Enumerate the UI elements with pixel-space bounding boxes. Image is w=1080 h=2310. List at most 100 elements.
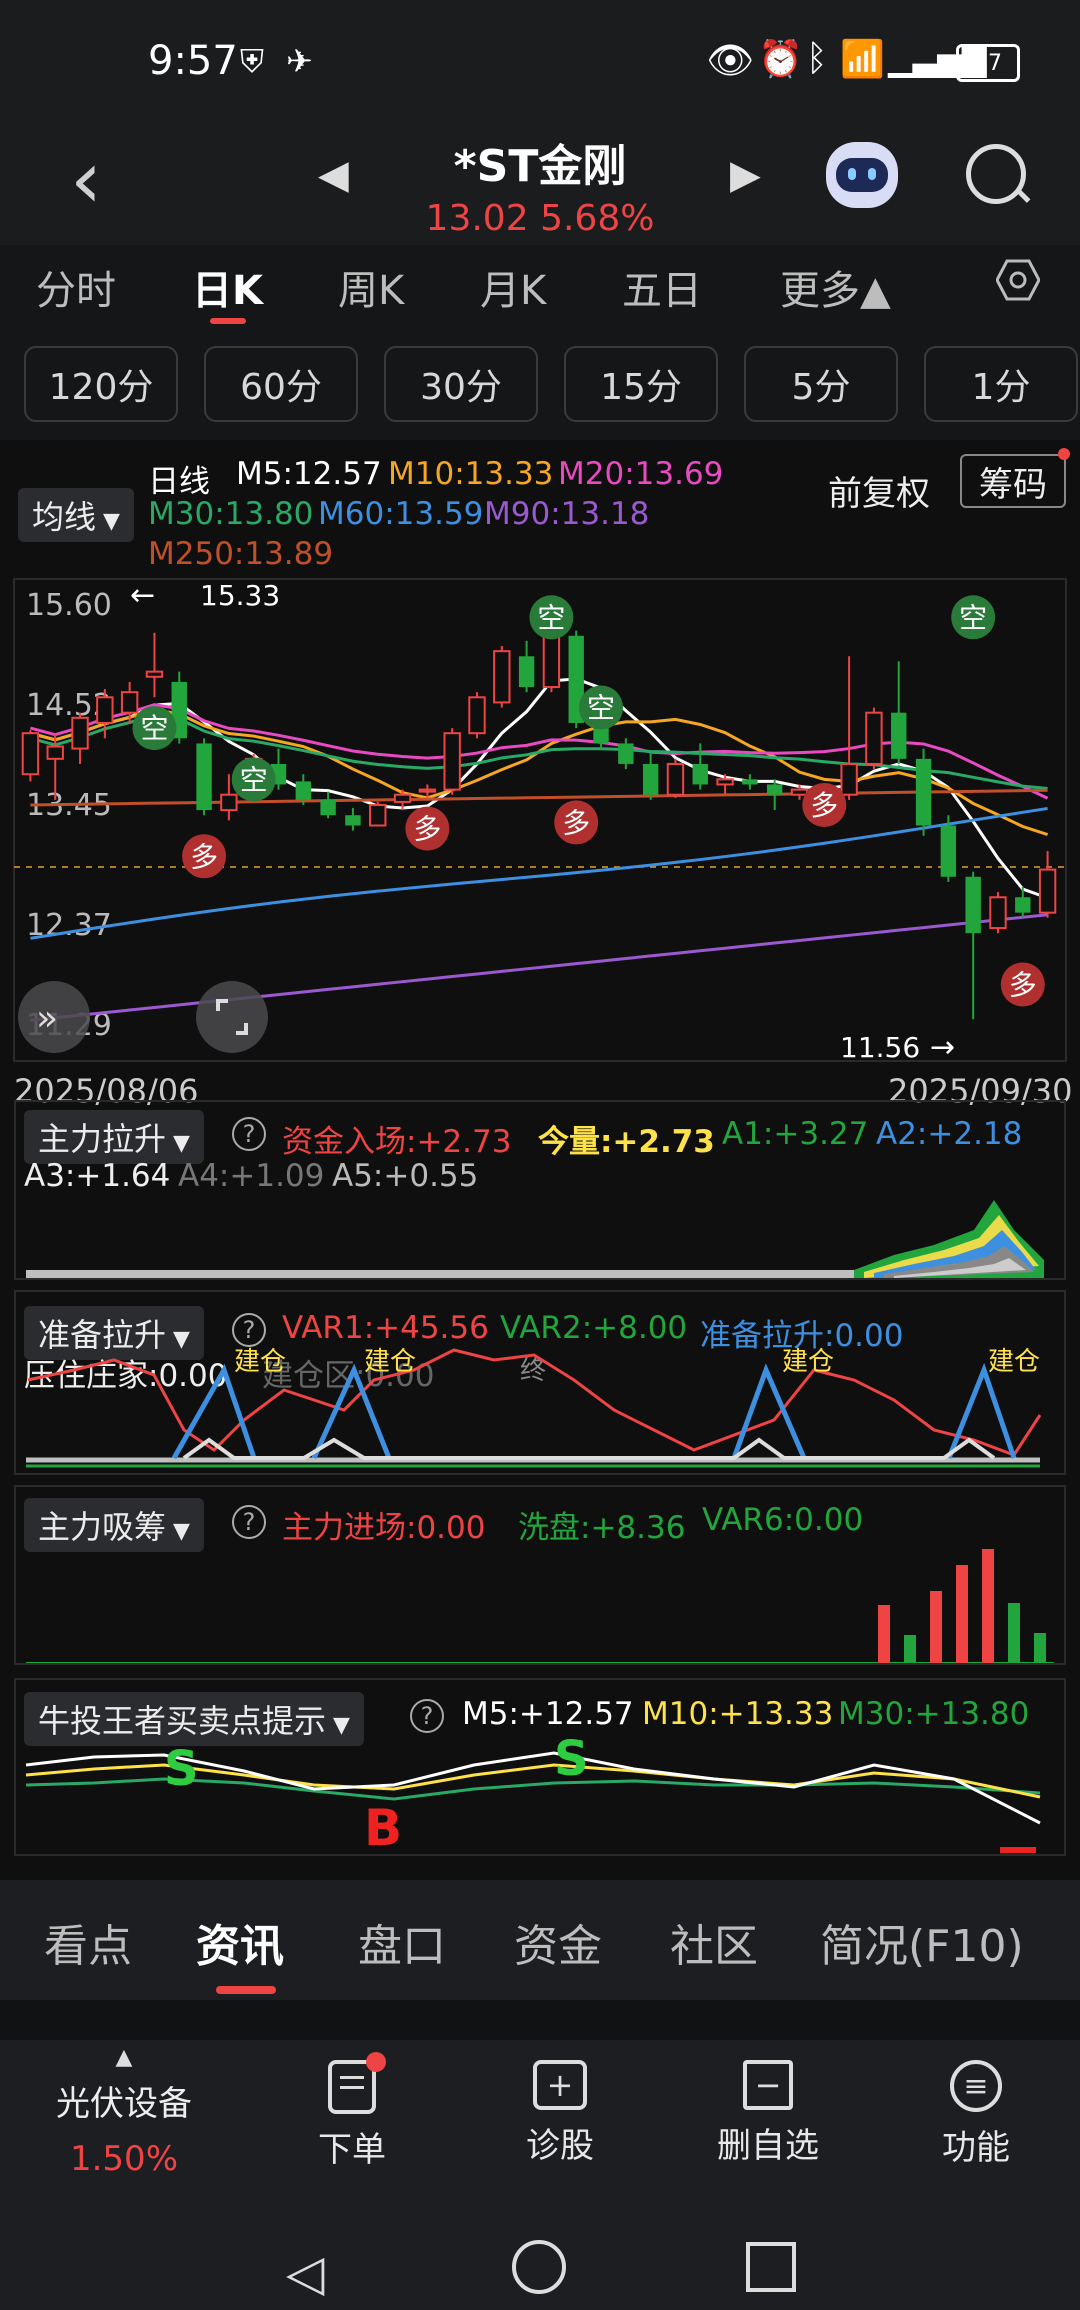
candle-body[interactable] [145, 670, 164, 678]
candle-body[interactable] [443, 732, 461, 791]
sector-button[interactable]: ▲ 光伏设备 1.50% [24, 2045, 224, 2179]
stock-price: 13.02 [425, 198, 529, 239]
low-price-label: 11.56 [840, 1031, 920, 1064]
candle-body[interactable] [666, 762, 685, 796]
candle-body[interactable] [220, 793, 238, 812]
candle-body[interactable] [865, 711, 883, 765]
robot-assistant-icon[interactable] [826, 142, 898, 208]
search-icon[interactable] [966, 144, 1031, 204]
candle-body[interactable] [840, 762, 858, 796]
candle-body[interactable] [891, 712, 907, 759]
duo-badge-label: 多 [190, 840, 218, 873]
period-15min-button[interactable]: 15分 [564, 346, 718, 422]
previous-stock-icon[interactable]: ◀ [318, 152, 349, 198]
period-60min-button[interactable]: 60分 [204, 346, 358, 422]
tab-kandian[interactable]: 看点 [44, 1910, 132, 1974]
period-30min-button[interactable]: 30分 [384, 346, 538, 422]
candle-body[interactable] [518, 656, 535, 688]
candle-body[interactable] [542, 634, 561, 689]
candle-body[interactable] [742, 779, 758, 785]
tab-five-day[interactable]: 五日 [622, 258, 702, 316]
candle-body[interactable] [345, 815, 361, 826]
candle-body[interactable] [1038, 868, 1057, 914]
candle-body[interactable] [468, 696, 486, 735]
tab-pankou[interactable]: 盘口 [358, 1910, 446, 1974]
candle-body[interactable] [642, 763, 659, 795]
candle-body[interactable] [393, 793, 412, 803]
candle-body[interactable] [295, 781, 312, 800]
fullscreen-icon[interactable] [196, 981, 268, 1053]
diagnose-button[interactable]: + 诊股 [490, 2060, 630, 2167]
remove-watchlist-button[interactable]: − 删自选 [698, 2060, 838, 2167]
candle-body[interactable] [716, 778, 734, 786]
order-button[interactable]: 下单 [282, 2052, 422, 2171]
candle-body[interactable] [915, 758, 932, 826]
status-bar: 9:57 ⛨ ✈ 👁 ⏰ ᛒ 📶 ▁▃▅▇ 67 [0, 0, 1080, 130]
tab-daily-k[interactable]: 日K [192, 258, 263, 316]
ma-selector[interactable]: 均线 ▼ [18, 488, 134, 542]
kong-badge-label: 空 [587, 692, 615, 725]
candle-body[interactable] [418, 788, 437, 793]
diagnose-icon: + [533, 2060, 587, 2110]
period-5min-button[interactable]: 5分 [744, 346, 898, 422]
candle-body[interactable] [989, 896, 1007, 930]
settings-hexagon-icon[interactable] [995, 258, 1041, 302]
nav-back-icon[interactable]: ◁ [286, 2244, 324, 2302]
ma250-line [30, 788, 1048, 807]
candle-body[interactable] [493, 650, 511, 704]
candle-body[interactable] [120, 691, 139, 714]
candle-body[interactable] [320, 799, 336, 816]
ma60-value: M60:13.59 [318, 496, 484, 532]
candle-body[interactable] [790, 788, 809, 796]
indicator-selector-zhuli[interactable]: 主力拉升 ▼ [24, 1110, 204, 1164]
tab-monthly-k[interactable]: 月K [480, 258, 546, 316]
tab-f10-overview[interactable]: 简况(F10) [820, 1910, 1024, 1974]
candle-body[interactable] [1015, 897, 1031, 913]
back-arrow-icon[interactable]: ‹ [70, 140, 102, 220]
line-name: 日线 [148, 464, 210, 500]
candle-body[interactable] [196, 743, 212, 811]
help-icon[interactable]: ? [232, 1505, 266, 1539]
functions-button[interactable]: ≡ 功能 [906, 2060, 1046, 2169]
tab-fenshi[interactable]: 分时 [36, 258, 116, 316]
candle-body[interactable] [618, 743, 634, 764]
tab-weekly-k[interactable]: 周K [338, 258, 404, 316]
signal-label: 建仓 [364, 1347, 416, 1377]
help-icon[interactable]: ? [410, 1699, 444, 1733]
nav-recents-icon[interactable] [746, 2242, 796, 2292]
period-1min-button[interactable]: 1分 [924, 346, 1078, 422]
tab-zijin[interactable]: 资金 [514, 1910, 602, 1974]
nav-home-icon[interactable] [512, 2240, 566, 2294]
candle-body[interactable] [96, 696, 114, 724]
ma250-value: M250:13.89 [148, 536, 334, 572]
period-120min-button[interactable]: 120分 [24, 346, 178, 422]
candle-body[interactable] [71, 716, 89, 750]
sell-signal-marker: S [554, 1735, 589, 1787]
indicator-value: M30:+13.80 [838, 1696, 1030, 1732]
chips-button[interactable]: 筹码 [960, 454, 1066, 508]
tab-more[interactable]: 更多▲ [780, 258, 891, 316]
shield-icon: ⛨ [240, 42, 265, 80]
candlestick-chart[interactable]: 15.60 14.52 13.45 12.37 11.29 空空空空空多多多多多… [0, 575, 1080, 1075]
kong-badge-label: 空 [537, 601, 565, 634]
candle-body[interactable] [692, 763, 708, 785]
indicator-value: 洗盘:+8.36 [518, 1510, 686, 1546]
indicator-value: 今量:+2.73 [538, 1124, 715, 1160]
ma10-value: M10:13.33 [388, 456, 554, 492]
candle-body[interactable] [369, 803, 387, 827]
tab-shequ[interactable]: 社区 [670, 1910, 758, 1974]
indicator-label: 主力拉升 [38, 1120, 167, 1158]
kong-badge-label: 空 [959, 601, 987, 634]
candle-body[interactable] [46, 745, 64, 760]
candle-body[interactable] [21, 732, 40, 776]
candle-body[interactable] [940, 825, 957, 877]
next-stock-icon[interactable]: ▶ [730, 152, 761, 198]
candle-body[interactable] [766, 784, 783, 795]
help-icon[interactable]: ? [232, 1117, 266, 1151]
tab-zixun[interactable]: 资讯 [196, 1910, 284, 1974]
zhuli-chart [26, 1200, 1044, 1278]
indicator-selector-xichou[interactable]: 主力吸筹 ▼ [24, 1498, 204, 1552]
app-notification-icon: ✈ [286, 42, 313, 80]
candle-body[interactable] [965, 876, 981, 934]
adjust-mode[interactable]: 前复权 [828, 466, 930, 515]
